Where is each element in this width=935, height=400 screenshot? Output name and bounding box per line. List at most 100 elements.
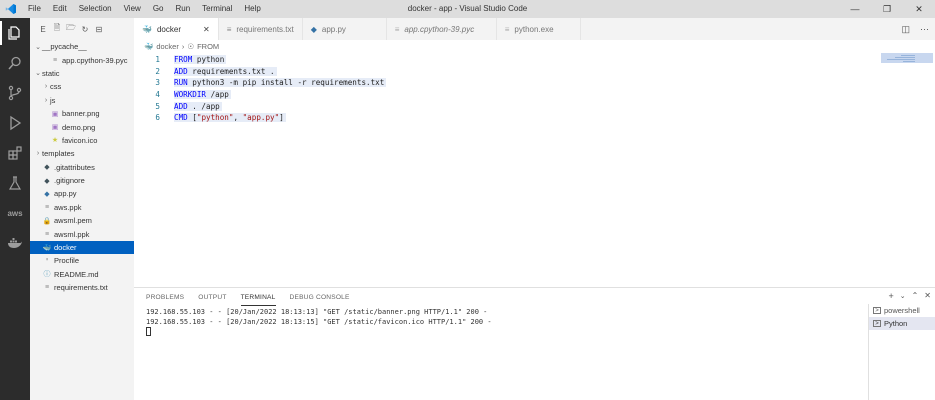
file-tree-item-label: requirements.txt	[54, 283, 108, 293]
menu-selection[interactable]: Selection	[73, 0, 118, 18]
editor-tab-label: docker	[156, 24, 181, 34]
file-tree-item[interactable]: ≡ awsml.ppk	[30, 227, 134, 240]
editor-tab-label: requirements.txt	[236, 24, 294, 34]
file-tree-item[interactable]: ▣ demo.png	[30, 120, 134, 133]
file-tree-item[interactable]: ≡ aws.ppk	[30, 201, 134, 214]
file-tree-item[interactable]: › js	[30, 94, 134, 107]
menu-edit[interactable]: Edit	[47, 0, 73, 18]
editor-tab-label: app.cpython-39.pyc	[404, 24, 475, 34]
menu-view[interactable]: View	[118, 0, 147, 18]
file-tree-item[interactable]: ★ favicon.ico	[30, 134, 134, 147]
minimize-icon[interactable]: —	[839, 0, 871, 18]
explorer-icon[interactable]	[0, 18, 30, 48]
editor-tab[interactable]: ≡ requirements.txt	[219, 18, 303, 40]
extensions-icon[interactable]	[0, 138, 30, 168]
editor-tab[interactable]: ≡ python.exe	[497, 18, 581, 40]
file-icon: ≡	[504, 24, 510, 34]
tab-terminal[interactable]: TERMINAL	[240, 292, 276, 306]
docker-icon: 🐳	[144, 42, 154, 51]
image-file-icon: ▣	[51, 110, 59, 118]
code-keyword: ADD	[174, 101, 188, 111]
file-tree-item[interactable]: ◆ .gitattributes	[30, 161, 134, 174]
editor-tab[interactable]: 🐳 docker ✕	[134, 18, 219, 40]
file-tree-item[interactable]: ⌄ __pycache__	[30, 40, 134, 53]
aws-icon[interactable]: aws	[0, 198, 30, 228]
code-keyword: WORKDIR	[174, 90, 207, 100]
file-tree-item[interactable]: ≡ requirements.txt	[30, 281, 134, 294]
breadcrumb-file[interactable]: docker	[156, 42, 179, 51]
docker-icon[interactable]	[0, 228, 30, 258]
editor-actions: ◫ ⋯	[901, 18, 929, 40]
python-file-icon: ◆	[310, 24, 317, 34]
file-tree-item[interactable]: › templates	[30, 147, 134, 160]
file-tree-item[interactable]: ◆ app.py	[30, 187, 134, 200]
file-tree-item[interactable]: › css	[30, 80, 134, 93]
close-tab-icon[interactable]: ✕	[203, 25, 210, 34]
file-tree-item[interactable]: 🐳 docker	[30, 240, 134, 255]
menu-go[interactable]: Go	[147, 0, 170, 18]
terminal-item-powershell[interactable]: > powershell	[869, 304, 935, 317]
refresh-icon[interactable]: ↻	[80, 25, 90, 34]
code-keyword: ADD	[174, 66, 188, 76]
menu-terminal[interactable]: Terminal	[196, 0, 238, 18]
maximize-panel-icon[interactable]: ⌃	[912, 291, 919, 303]
code-token: ]	[279, 113, 284, 123]
chevron-down-icon[interactable]: ⌄	[900, 291, 906, 303]
code-line: 1 FROM python	[134, 54, 227, 66]
search-icon[interactable]	[0, 48, 30, 78]
more-actions-icon[interactable]: ⋯	[920, 24, 929, 35]
terminal-item-python[interactable]: > Python	[869, 317, 935, 330]
menu-file[interactable]: File	[22, 0, 47, 18]
close-window-icon[interactable]: ✕	[903, 0, 935, 18]
editor-tab[interactable]: ≡ app.cpython-39.pyc	[387, 18, 497, 40]
procfile-icon: י	[46, 257, 48, 265]
file-tree-item-label: .gitignore	[54, 176, 85, 186]
close-panel-icon[interactable]: ✕	[924, 291, 931, 303]
terminal-cursor	[146, 327, 151, 336]
file-tree-item[interactable]: י Procfile	[30, 254, 134, 267]
chevron-down-icon[interactable]: ⌄	[34, 69, 42, 77]
python-file-icon: ◆	[44, 190, 50, 198]
file-tree-item[interactable]: ⌄ static	[30, 67, 134, 80]
testing-icon[interactable]	[0, 168, 30, 198]
menu-run[interactable]: Run	[169, 0, 196, 18]
source-control-icon[interactable]	[0, 78, 30, 108]
tab-debug-console[interactable]: DEBUG CONSOLE	[290, 292, 350, 306]
star-icon: ★	[51, 137, 59, 145]
text-file-icon: ≡	[226, 24, 232, 34]
file-icon: ≡	[44, 230, 50, 238]
file-tree-item[interactable]: ◆ .gitignore	[30, 174, 134, 187]
tab-problems[interactable]: PROBLEMS	[146, 292, 184, 306]
code-token: [	[187, 113, 197, 123]
code-string: "python"	[196, 113, 234, 123]
chevron-right-icon[interactable]: ›	[42, 83, 50, 90]
file-tree-item[interactable]: ⓘ README.md	[30, 268, 134, 281]
run-debug-icon[interactable]	[0, 108, 30, 138]
code-text: ADD requirements.txt .	[174, 66, 277, 76]
file-tree-item-label: aws.ppk	[54, 202, 82, 212]
code-editor[interactable]: 1 FROM python 2 ADD requirements.txt . 3 RUN …	[134, 53, 935, 283]
editor-tab-label: app.py	[321, 24, 346, 34]
editor-tab-label: python.exe	[514, 24, 554, 34]
restore-icon[interactable]: ❐	[871, 0, 903, 18]
file-tree-item[interactable]: ▣ banner.png	[30, 107, 134, 120]
breadcrumb-symbol[interactable]: FROM	[197, 42, 219, 51]
chevron-right-icon[interactable]: ›	[34, 150, 42, 157]
tab-output[interactable]: OUTPUT	[198, 292, 226, 306]
file-tree-item[interactable]: ≡ app.cpython-39.pyc	[30, 53, 134, 66]
chevron-right-icon[interactable]: ›	[42, 97, 50, 104]
file-tree-item-label: awsml.pem	[54, 216, 92, 226]
new-file-icon[interactable]: 🗎	[52, 22, 62, 36]
menu-help[interactable]: Help	[238, 0, 266, 18]
collapse-all-icon[interactable]: ⊟	[94, 25, 104, 34]
new-terminal-icon[interactable]: +	[888, 291, 893, 303]
chevron-down-icon[interactable]: ⌄	[34, 43, 42, 51]
file-tree-item-label: awsml.ppk	[54, 229, 90, 239]
file-tree-item[interactable]: 🔒 awsml.pem	[30, 214, 134, 227]
terminal-item-label: Python	[884, 319, 908, 328]
editor-tab[interactable]: ◆ app.py	[303, 18, 387, 40]
split-editor-icon[interactable]: ◫	[901, 24, 910, 35]
new-folder-icon[interactable]: 🗁	[66, 22, 76, 36]
file-tree-item-label: static	[42, 68, 60, 78]
vscode-logo-icon	[0, 0, 22, 18]
